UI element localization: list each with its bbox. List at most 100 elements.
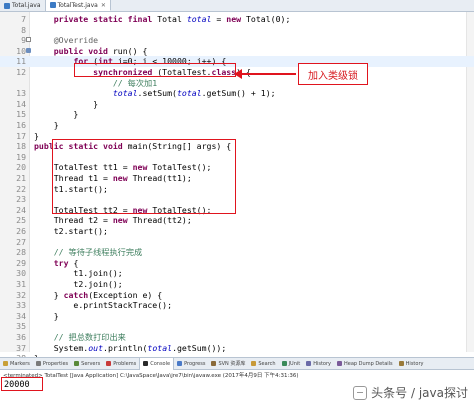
- class-lock-callout: 加入类级锁: [298, 63, 368, 85]
- fold-toggle-icon[interactable]: [26, 37, 31, 43]
- code-text: private static final Total total = new T…: [53, 14, 291, 24]
- line-number: 30: [16, 268, 26, 279]
- code-line[interactable]: 26 t2.start();: [0, 226, 474, 237]
- view-tab-label: Servers: [81, 360, 101, 367]
- code-line[interactable]: 36 // 把总数打印出来: [0, 332, 474, 343]
- editor-tab[interactable]: Total.java: [0, 0, 46, 11]
- code-text: t1.start();: [34, 183, 108, 194]
- view-icon: [281, 361, 287, 366]
- view-tab[interactable]: Problems: [103, 361, 139, 367]
- view-tab-label: Heap Dump Details: [344, 360, 393, 367]
- line-number: 28: [16, 247, 26, 258]
- code-editor[interactable]: 7 private static final Total total = new…: [0, 12, 474, 384]
- view-tab[interactable]: Console: [139, 357, 175, 370]
- code-text: // 每次加1: [112, 77, 158, 88]
- code-line[interactable]: 15 }: [0, 109, 474, 120]
- code-text: // 等待子线程执行完成: [53, 247, 143, 258]
- view-tab-label: SVN 资源库: [218, 361, 246, 367]
- code-line[interactable]: 17}: [0, 131, 474, 142]
- view-icon: [251, 361, 257, 366]
- code-line[interactable]: 14 }: [0, 99, 474, 110]
- code-line[interactable]: 7 private static final Total total = new…: [0, 14, 474, 25]
- code-line[interactable]: 9 @Override: [0, 35, 474, 46]
- view-tab[interactable]: Properties: [33, 361, 71, 367]
- code-text: }: [34, 109, 79, 120]
- output-highlight-box: [1, 377, 43, 391]
- view-tab-label: History: [313, 360, 332, 367]
- editor-tab[interactable]: TotalTest.java ✕: [45, 0, 111, 11]
- line-number: 36: [16, 332, 26, 342]
- code-line[interactable]: 8: [0, 25, 474, 36]
- view-tab-label: JUnit: [288, 360, 301, 367]
- code-line[interactable]: 24 TotalTest tt2 = new TotalTest();: [0, 205, 474, 216]
- line-number: 13: [16, 88, 26, 99]
- view-icon: [3, 361, 8, 366]
- view-tab[interactable]: Servers: [71, 361, 103, 367]
- code-text: } catch(Exception e) {: [34, 289, 163, 300]
- view-tab[interactable]: JUnit: [279, 361, 304, 367]
- line-number: 21: [16, 173, 26, 183]
- line-number: 20: [16, 162, 26, 173]
- code-text: t2.join();: [34, 279, 123, 289]
- view-tab[interactable]: Search: [248, 361, 278, 367]
- code-line[interactable]: 30 t1.join();: [0, 268, 474, 279]
- code-line[interactable]: // 每次加1: [0, 78, 474, 89]
- close-icon[interactable]: ✕: [101, 2, 106, 9]
- line-number: 8: [21, 24, 26, 35]
- line-number: 32: [16, 289, 26, 300]
- line-number: 27: [16, 236, 26, 247]
- view-icon: [398, 361, 404, 366]
- view-tab[interactable]: Markers: [0, 361, 33, 367]
- code-line[interactable]: 27: [0, 237, 474, 248]
- code-text: t1.join();: [34, 268, 123, 279]
- code-text: }: [34, 130, 39, 141]
- view-icon: [177, 361, 183, 366]
- code-line[interactable]: 35: [0, 321, 474, 332]
- view-tab[interactable]: History: [396, 361, 427, 367]
- code-line[interactable]: 13 total.setSum(total.getSum() + 1);: [0, 88, 474, 99]
- code-line[interactable]: 25 Thread t2 = new Thread(tt2);: [0, 215, 474, 226]
- watermark: 头条号 / java探讨: [353, 384, 468, 401]
- java-file-icon: [49, 2, 56, 8]
- view-tab-label: Problems: [113, 360, 137, 367]
- code-line[interactable]: 10 public void run() {: [0, 46, 474, 57]
- code-text: public void run() {: [53, 45, 148, 56]
- code-line[interactable]: 19: [0, 152, 474, 163]
- code-line[interactable]: 11 for (int i=0; i < 10000; i++) {: [0, 56, 474, 67]
- line-number: 29: [16, 257, 26, 268]
- code-text: t2.start();: [34, 226, 108, 236]
- line-number: 35: [16, 321, 26, 332]
- line-number: 7: [21, 14, 26, 24]
- code-line[interactable]: 34 }: [0, 311, 474, 322]
- code-line[interactable]: 18 public static void main(String[] args)…: [0, 141, 474, 152]
- watermark-text: 头条号 / java探讨: [371, 386, 468, 400]
- code-line[interactable]: 23: [0, 194, 474, 205]
- java-file-icon: [4, 2, 10, 9]
- code-line[interactable]: 20 TotalTest tt1 = new TotalTest();: [0, 162, 474, 173]
- view-icon: [337, 361, 343, 366]
- view-tab[interactable]: Progress: [174, 361, 208, 367]
- code-line[interactable]: 33 e.printStackTrace();: [0, 300, 474, 311]
- code-text: synchronized (TotalTest.class) {: [93, 67, 251, 77]
- code-text: TotalTest tt2 = new TotalTest();: [34, 204, 212, 215]
- code-line[interactable]: 22 t1.start();: [0, 184, 474, 195]
- code-line[interactable]: 29 try {: [0, 258, 474, 269]
- code-text: @Override: [53, 35, 99, 46]
- line-number: 15: [16, 109, 26, 120]
- view-tab[interactable]: Heap Dump Details: [334, 361, 396, 367]
- code-line[interactable]: 31 t2.join();: [0, 279, 474, 290]
- line-number: 17: [16, 130, 26, 141]
- code-line[interactable]: 16 }: [0, 120, 474, 131]
- view-tab[interactable]: History: [303, 361, 334, 367]
- line-number: 14: [16, 98, 26, 109]
- code-line[interactable]: 32 } catch(Exception e) {: [0, 290, 474, 301]
- view-tab[interactable]: SVN 资源库: [208, 360, 248, 367]
- line-number: 34: [16, 310, 26, 321]
- code-text: }: [34, 98, 99, 109]
- code-line[interactable]: 28 // 等待子线程执行完成: [0, 247, 474, 258]
- view-icon: [211, 361, 217, 366]
- code-text: e.printStackTrace();: [34, 300, 173, 311]
- code-line[interactable]: 37 System.out.println(total.getSum());: [0, 343, 474, 354]
- code-line[interactable]: 21 Thread t1 = new Thread(tt1);: [0, 173, 474, 184]
- view-icon: [106, 361, 112, 366]
